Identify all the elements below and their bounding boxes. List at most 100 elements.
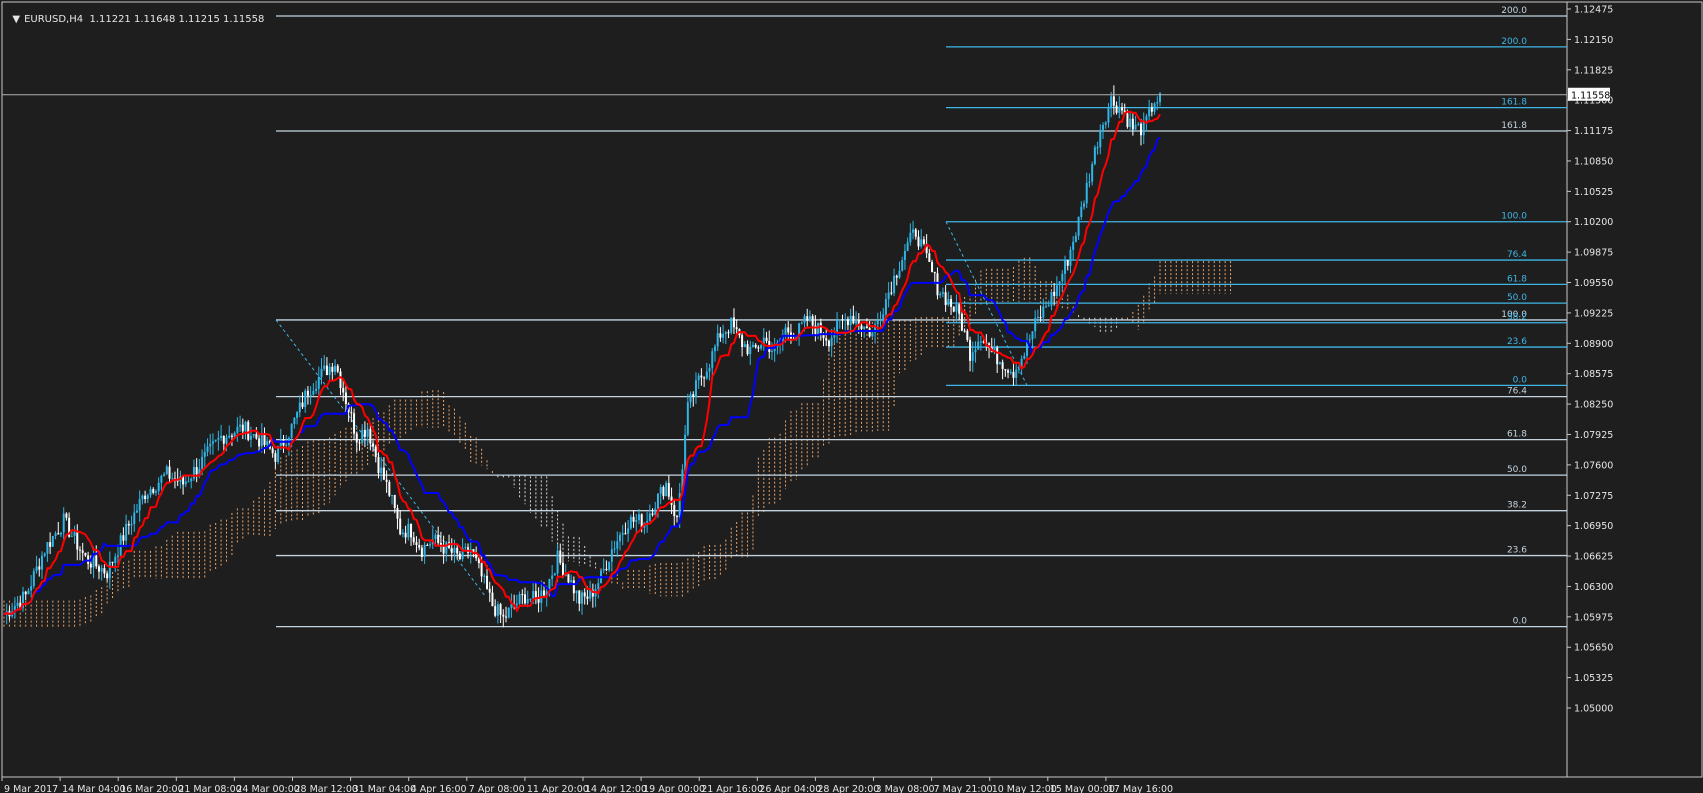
candle-body [757, 347, 760, 349]
candle-body [298, 402, 301, 413]
candle-body [1096, 147, 1099, 149]
candle-body [1042, 306, 1045, 318]
candle-body [515, 603, 518, 606]
candle-body [103, 568, 106, 574]
candle-body [1104, 122, 1107, 125]
candle-body [130, 524, 133, 526]
candle-body [24, 591, 27, 595]
candle-body [160, 475, 163, 483]
candle-body [966, 330, 969, 340]
chart-header: ▼ EURUSD,H4 1.11221 1.11648 1.11215 1.115… [6, 3, 264, 25]
candle-body [410, 523, 413, 538]
time-tick-label: 28 Apr 20:00 [817, 784, 879, 793]
candle-body [458, 553, 461, 560]
candle-body [429, 544, 432, 546]
candle-body [285, 444, 288, 446]
candle-body [217, 437, 220, 440]
candle-body [719, 333, 722, 338]
candle-body [551, 575, 554, 579]
candle-body [751, 344, 754, 347]
candle-body [407, 523, 410, 538]
candle-body [401, 532, 404, 535]
fib-primary-level-label: 50.0 [1507, 465, 1527, 475]
time-tick-label: 15 May 00:00 [1050, 784, 1115, 793]
candle-body [1045, 306, 1048, 308]
candle-body [157, 482, 160, 492]
candle-body [108, 561, 111, 579]
candle-body [1072, 241, 1075, 250]
candle-body [252, 434, 255, 436]
time-tick-label: 3 May 08:00 [876, 784, 935, 793]
candle-body [114, 556, 117, 563]
candle-body [912, 229, 915, 233]
candle-body [838, 319, 841, 321]
fib-primary-level-label: 76.4 [1507, 387, 1527, 397]
candle-body [1150, 106, 1153, 112]
fib-primary-level-label: 161.8 [1501, 121, 1527, 131]
candle-body [944, 292, 947, 306]
candle-body [122, 535, 125, 541]
candle-body [266, 440, 269, 446]
candle-body [116, 555, 119, 557]
candle-body [315, 388, 318, 391]
candle-body [1107, 108, 1110, 123]
candle-body [70, 535, 73, 537]
candle-body [819, 322, 822, 335]
candle-body [363, 430, 366, 437]
price-tick-label: 1.07600 [1574, 460, 1613, 471]
candle-body [209, 443, 212, 447]
price-chart[interactable]: 200.0 161.8 100.0 76.4 61.8 50.0 38.2 23.6 0.0 20… [0, 0, 1703, 793]
candle-body [963, 330, 966, 332]
candle-body [909, 232, 912, 243]
candle-body [418, 544, 421, 548]
fib-secondary-level-label: 200.0 [1501, 37, 1527, 47]
candle-body [437, 534, 440, 543]
candle-body [1061, 273, 1064, 282]
candle-body [374, 446, 377, 457]
candle-body [570, 580, 573, 583]
candle-body [760, 344, 763, 349]
candle-body [271, 448, 274, 454]
candle-body [974, 349, 977, 353]
candle-body [46, 542, 49, 554]
candle-body [939, 293, 942, 296]
candle-body [1153, 103, 1156, 112]
candle-body [222, 435, 225, 444]
candle-body [806, 316, 809, 321]
time-tick-label: 21 Apr 16:00 [701, 784, 763, 793]
candle-body [882, 314, 885, 320]
candle-body [787, 327, 790, 333]
price-tick-label: 1.09225 [1574, 308, 1613, 319]
candle-body [1088, 181, 1091, 183]
candle-body [301, 402, 304, 408]
candle-body [955, 304, 958, 312]
candle-body [290, 423, 293, 438]
candle-body [57, 533, 60, 535]
candle-body [239, 424, 242, 427]
candle-body [187, 481, 190, 483]
candle-body [887, 292, 890, 300]
candle-body [610, 549, 613, 562]
candle-body [825, 338, 828, 341]
candle-body [442, 546, 445, 554]
candle-body [49, 542, 52, 547]
candle-body [800, 322, 803, 324]
candle-body [1055, 285, 1058, 296]
triangle-down-icon[interactable]: ▼ [12, 14, 20, 25]
candle-body [743, 344, 746, 348]
candle-body [62, 513, 65, 533]
candle-body [998, 362, 1001, 365]
candle-body [344, 392, 347, 404]
candle-body [1034, 318, 1037, 332]
candle-body [480, 563, 483, 577]
candle-body [146, 495, 149, 500]
candle-body [59, 532, 62, 535]
candle-body [1118, 107, 1121, 113]
candle-body [572, 580, 575, 594]
candle-body [852, 315, 855, 324]
fib-primary-level-label: 23.6 [1507, 546, 1527, 556]
candle-body [152, 489, 155, 493]
candle-body [325, 365, 328, 375]
ohlc-values: 1.11221 1.11648 1.11215 1.11558 [89, 14, 265, 25]
candle-body [656, 493, 659, 509]
